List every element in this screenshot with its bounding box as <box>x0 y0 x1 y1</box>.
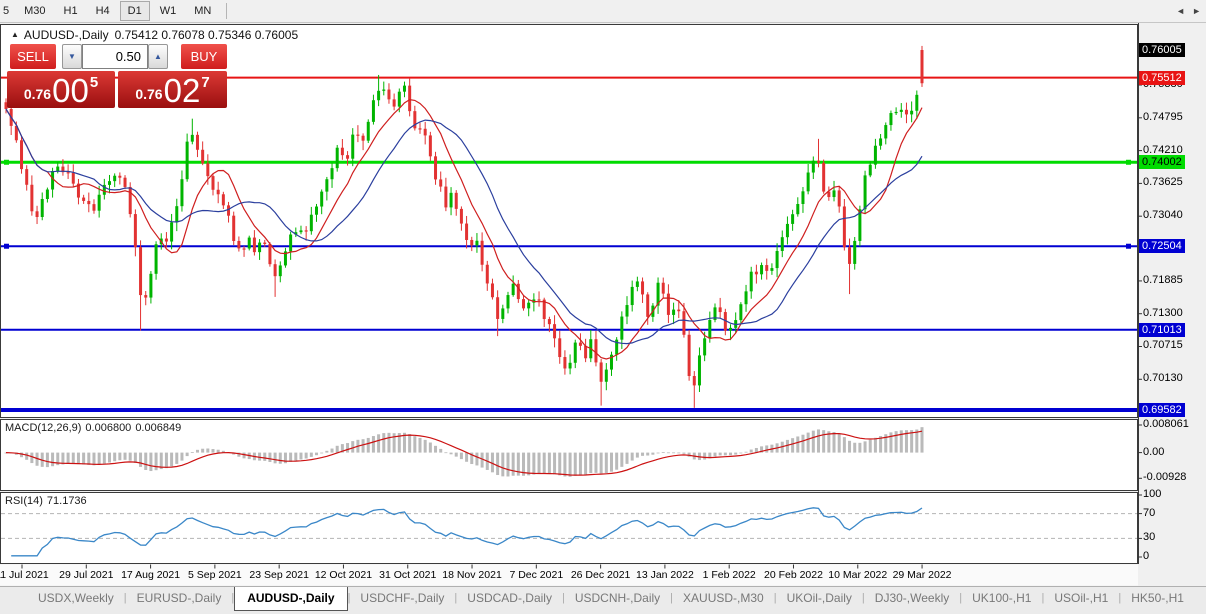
date-axis-label: 12 Oct 2021 <box>314 569 373 581</box>
chart-title: ▲ AUDUSD-,Daily 0.75412 0.76078 0.75346 0.… <box>11 28 298 42</box>
date-axis-label: 29 Mar 2022 <box>892 569 952 581</box>
rsi-axis-label: 30 <box>1143 531 1156 544</box>
date-axis-label: 10 Mar 2022 <box>828 569 888 581</box>
price-axis-label: 0.70130 <box>1143 372 1183 385</box>
chart-tab-bar: USDX,Weekly | EURUSD-,Daily | AUDUSD-,Daily |… <box>0 586 1206 614</box>
macd-axis-label: 0.008061 <box>1143 418 1189 430</box>
timeframe-button-h1[interactable]: H1 <box>56 1 86 21</box>
rsi-name: RSI(14) <box>5 495 43 507</box>
volume-input[interactable] <box>82 44 148 69</box>
buy-price-big-digits: 02 <box>163 72 201 109</box>
chart-symbol-label: AUDUSD-,Daily <box>23 28 109 42</box>
tab-scroll-right-icon[interactable]: ► <box>1192 6 1201 16</box>
toolbar-separator <box>226 3 228 19</box>
price-axis-label: 0.73625 <box>1143 176 1183 189</box>
chart-tabs: USDX,Weekly | EURUSD-,Daily | AUDUSD-,Daily |… <box>28 587 1194 611</box>
sell-button[interactable]: SELL <box>10 44 56 69</box>
chart-tab-usoil[interactable]: USOil-,H1 <box>1044 587 1118 611</box>
sell-price-big-digits: 00 <box>52 72 89 109</box>
price-level-badge: 0.75512 <box>1139 70 1185 85</box>
date-axis-label: 1 Feb 2022 <box>702 569 756 581</box>
date-axis-label: 31 Oct 2021 <box>379 569 437 581</box>
rsi-axis-label: 0 <box>1143 550 1150 562</box>
buy-price-display[interactable]: 0.76 02 7 <box>118 71 227 108</box>
chart-tab-ukoil[interactable]: UKOil-,Daily <box>777 587 862 611</box>
macd-name: MACD(12,26,9) <box>5 422 82 434</box>
date-axis-label: 29 Jul 2021 <box>59 569 114 581</box>
price-level-badge: 0.74002 <box>1139 155 1185 170</box>
price-level-badge: 0.76005 <box>1139 43 1185 57</box>
timeframe-button-h4[interactable]: H4 <box>88 1 118 21</box>
rsi-value: 71.1736 <box>46 495 87 507</box>
chart-tab-xauusd[interactable]: XAUUSD-,M30 <box>673 587 774 611</box>
chart-tab-hk50[interactable]: HK50-,H1 <box>1121 587 1194 611</box>
timeframe-button-m30[interactable]: M30 <box>16 1 53 21</box>
chart-tab-dj30[interactable]: DJ30-,Weekly <box>865 587 959 611</box>
date-axis-label: 13 Jan 2022 <box>635 569 694 581</box>
price-axis-label: 0.74210 <box>1143 143 1183 156</box>
chart-tab-audusd[interactable]: AUDUSD-,Daily <box>234 587 348 611</box>
macd-axis-label: -0.00928 <box>1143 471 1187 484</box>
timeframe-button-mn[interactable]: MN <box>186 1 219 21</box>
price-axis-label: 0.73040 <box>1143 209 1183 222</box>
price-axis-label: 0.71300 <box>1143 306 1183 319</box>
price-axis-label: 0.70715 <box>1143 339 1183 352</box>
sell-price-display[interactable]: 0.76 00 5 <box>7 71 115 108</box>
chart-tab-usdcad[interactable]: USDCAD-,Daily <box>457 587 562 611</box>
buy-button[interactable]: BUY <box>181 44 227 69</box>
tab-scroll-left-icon[interactable]: ◄ <box>1176 6 1185 16</box>
chart-tab-usdcnh[interactable]: USDCNH-,Daily <box>565 587 670 611</box>
chart-tab-eurusd[interactable]: EURUSD-,Daily <box>127 587 232 611</box>
tab-scroll-arrows: ◄ ► <box>1176 6 1201 16</box>
date-axis-label: 7 Dec 2021 <box>509 569 564 581</box>
sell-price-pip-digit: 5 <box>89 74 99 91</box>
price-axis-label: 0.71885 <box>1143 273 1183 286</box>
chart-ohlc-values: 0.75412 0.76078 0.75346 0.76005 <box>114 28 299 42</box>
one-click-trading-panel: SELL ▼ ▲ BUY 0.76 00 5 0.76 02 7 <box>7 44 228 108</box>
rsi-indicator-label: RSI(14) 71.1736 <box>5 495 91 507</box>
timeframe-toolbar: 5 M30 H1 H4 D1 W1 MN <box>0 0 1206 23</box>
price-level-badge: 0.72504 <box>1139 239 1185 254</box>
date-axis-label: 11 Jul 2021 <box>0 569 49 581</box>
chart-tab-usdchf[interactable]: USDCHF-,Daily <box>350 587 454 611</box>
timeframe-button-5[interactable]: 5 <box>1 1 14 21</box>
price-level-badge: 0.71013 <box>1139 322 1185 337</box>
buy-price-pip-digit: 7 <box>201 74 210 91</box>
collapse-arrow-icon[interactable]: ▲ <box>11 30 19 39</box>
rsi-axis-label: 70 <box>1143 506 1156 519</box>
chevron-up-icon: ▲ <box>154 52 162 61</box>
date-axis-label: 23 Sep 2021 <box>249 569 309 581</box>
chevron-down-icon: ▼ <box>68 52 76 61</box>
chart-tab-uk100[interactable]: UK100-,H1 <box>962 587 1041 611</box>
rsi-axis-label: 100 <box>1143 488 1162 500</box>
date-axis-label: 17 Aug 2021 <box>121 569 181 581</box>
timeframe-button-d1[interactable]: D1 <box>119 1 150 21</box>
buy-price-prefix: 0.76 <box>135 86 163 102</box>
date-axis-label: 20 Feb 2022 <box>763 569 823 581</box>
price-axis-label: 0.74795 <box>1143 110 1183 123</box>
date-axis-label: 26 Dec 2021 <box>570 569 631 581</box>
macd-indicator-label: MACD(12,26,9) 0.006800 0.006849 <box>5 422 185 434</box>
chart-tab-usdx[interactable]: USDX,Weekly <box>28 587 124 611</box>
trading-platform-window: 5 M30 H1 H4 D1 W1 MN ▲ AUDUSD-,Daily 0.75412 0.7… <box>0 0 1206 614</box>
macd-axis-label: 0.00 <box>1143 445 1165 458</box>
date-axis-label: 18 Nov 2021 <box>442 569 502 581</box>
macd-main-value: 0.006800 <box>85 422 132 434</box>
volume-increase-button[interactable]: ▲ <box>148 44 168 69</box>
price-level-badge: 0.69582 <box>1139 403 1185 417</box>
timeframe-button-w1[interactable]: W1 <box>152 1 185 21</box>
macd-signal-value: 0.006849 <box>135 422 182 434</box>
volume-decrease-button[interactable]: ▼ <box>62 44 82 69</box>
sell-price-prefix: 0.76 <box>23 86 52 102</box>
date-axis-label: 5 Sep 2021 <box>188 569 242 581</box>
